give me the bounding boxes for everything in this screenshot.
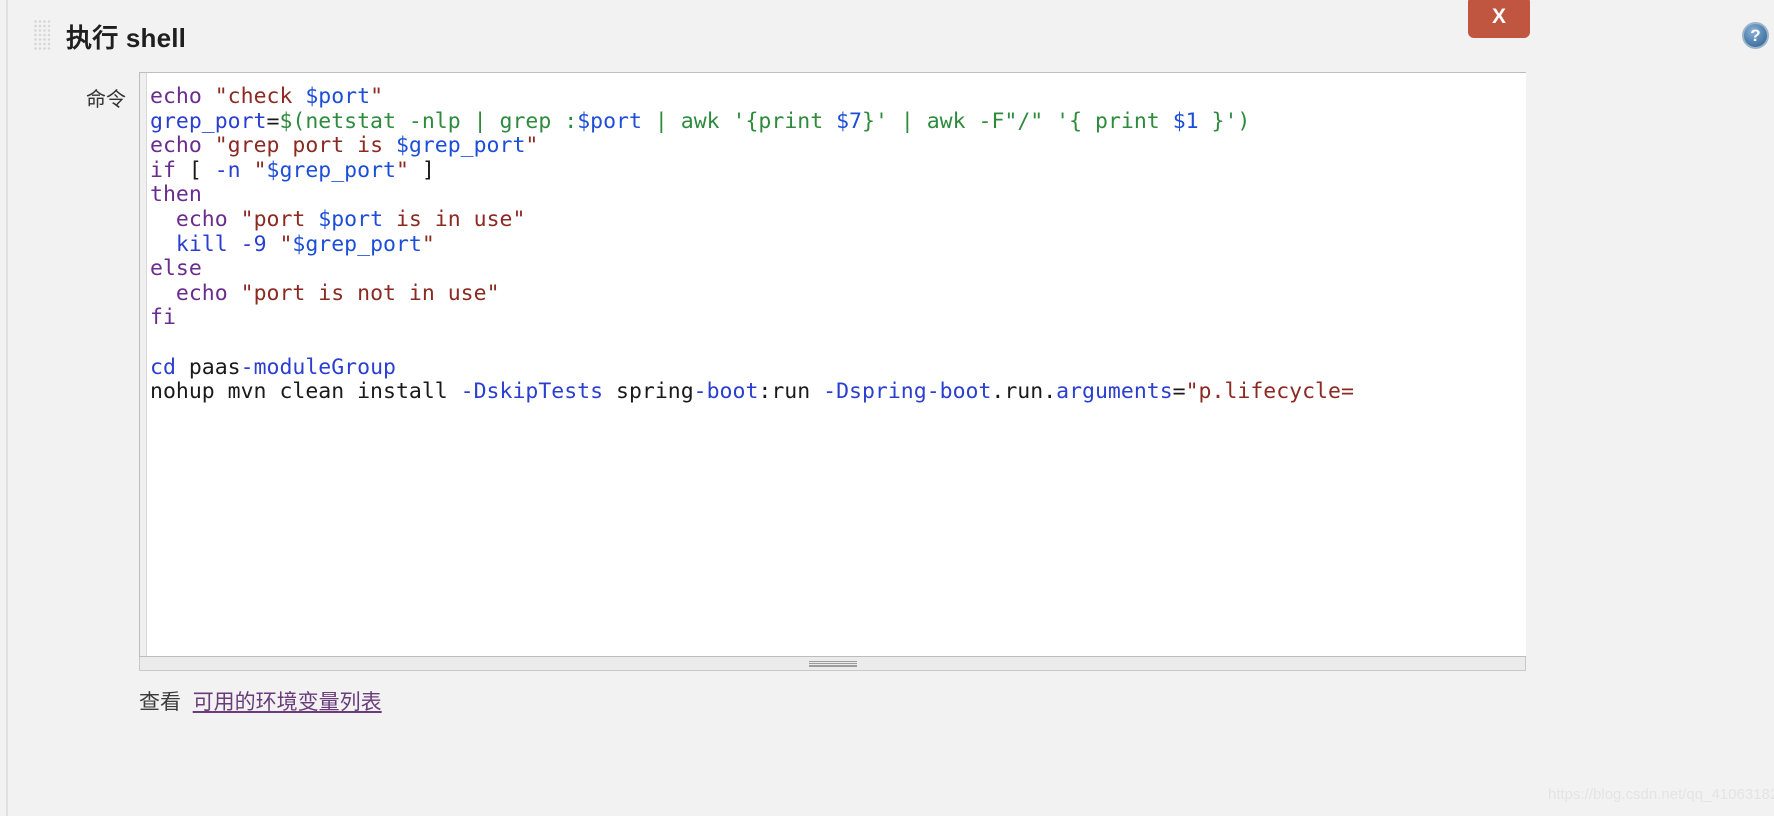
env-vars-lead-text: 查看 (139, 691, 181, 714)
code-token: }' (862, 108, 901, 134)
code-token: grep_port (150, 108, 267, 134)
code-token: " (395, 157, 409, 183)
code-token: echo (175, 280, 228, 306)
drag-dots-icon[interactable] (34, 20, 52, 50)
env-vars-footer: 查看 可用的环境变量列表 (139, 686, 382, 716)
code-token: else (150, 256, 202, 282)
code-token: "port (240, 206, 319, 232)
command-editor-wrapper: echo "check $port" grep_port=$(netstat -… (139, 72, 1774, 671)
code-token: | (654, 108, 668, 134)
code-token: = (1172, 379, 1186, 405)
code-token: $1 (1172, 108, 1199, 134)
editor-resize-bar[interactable] (139, 657, 1526, 671)
code-token: nohup mvn clean install (150, 379, 461, 405)
code-token: is in use" (383, 206, 526, 232)
code-token: " (525, 133, 539, 159)
code-token: }') (1198, 108, 1251, 134)
code-token: cd (150, 354, 176, 380)
code-token: "p.lifecycle= (1185, 379, 1354, 405)
code-token: echo (150, 133, 202, 159)
panel-left-rule (6, 0, 8, 816)
code-token: -Dspring-boot (823, 379, 992, 405)
code-token: echo (150, 84, 202, 109)
env-vars-link[interactable]: 可用的环境变量列表 (193, 691, 382, 714)
editor-gutter (140, 73, 147, 656)
code-token: $grep_port (395, 133, 526, 159)
code-token: -boot (693, 379, 759, 405)
code-token: paas (175, 354, 241, 380)
code-token: | (473, 108, 487, 134)
code-token: $port (577, 108, 642, 134)
code-token: kill (175, 231, 228, 257)
command-input[interactable]: echo "check $port" grep_port=$(netstat -… (139, 72, 1526, 657)
code-token: -DskipTests (460, 379, 604, 405)
code-token: $7 (836, 108, 862, 134)
page-title: 执行 shell (66, 23, 187, 53)
resize-grip-icon[interactable] (808, 661, 857, 667)
code-token: ] (408, 157, 435, 183)
code-token: echo (175, 206, 228, 232)
code-token: $grep_port (266, 157, 396, 183)
code-token: -n (214, 157, 241, 183)
code-token: spring (603, 379, 694, 405)
command-code-text: echo "check $port" grep_port=$(netstat -… (150, 84, 1354, 405)
code-token: -9 (240, 231, 267, 257)
code-token: awk -F"/" '{ print (913, 108, 1173, 134)
code-token: " (421, 231, 435, 257)
code-token: "port is not in use" (240, 280, 500, 306)
code-token: awk '{print (667, 108, 837, 134)
code-token: " (266, 231, 293, 257)
code-token: .run. (991, 379, 1057, 405)
code-token: = (266, 108, 280, 134)
code-token: $grep_port (292, 231, 422, 257)
code-token: :run (758, 379, 824, 405)
command-field-label: 命令 (86, 89, 126, 111)
code-token: "check (214, 84, 306, 109)
code-token: $(netstat -nlp (279, 108, 474, 134)
watermark: https://blog.csdn.net/qq_41063182 (1548, 786, 1774, 803)
code-token: " (370, 84, 384, 109)
code-token: fi (150, 305, 176, 331)
code-token: arguments (1056, 379, 1173, 405)
code-token: grep : (486, 108, 578, 134)
code-token: $port (305, 84, 371, 109)
code-token: if (150, 157, 176, 183)
code-token: -moduleGroup (240, 354, 396, 380)
code-token: | (900, 108, 914, 134)
code-token: then (150, 182, 202, 208)
code-token: " (240, 157, 267, 183)
code-token: "grep port is (214, 133, 396, 159)
question-mark-icon[interactable]: ? (1742, 22, 1769, 49)
close-button[interactable]: X (1468, 0, 1530, 38)
code-token: [ (175, 157, 215, 183)
code-token: $port (318, 206, 384, 232)
